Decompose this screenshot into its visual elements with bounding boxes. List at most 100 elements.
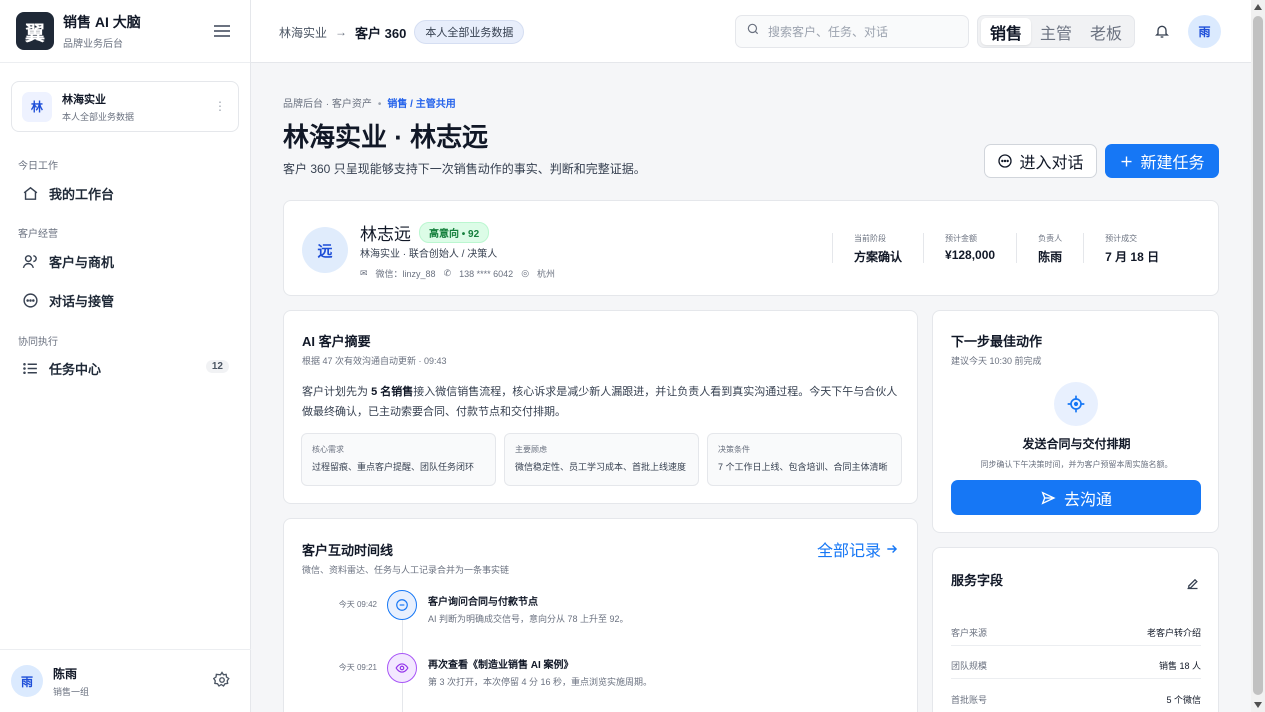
- role-sales[interactable]: 销售: [981, 18, 1032, 45]
- user-avatar: 雨: [11, 665, 43, 697]
- interaction-timeline-card: 客户互动时间线 微信、资料雷达、任务与人工记录合并为一条事实链 全部记录 今天 …: [283, 518, 918, 712]
- sidebar-item-label: 对话与接管: [49, 293, 115, 309]
- stat-value: 陈雨: [1038, 250, 1063, 264]
- chat-icon: [387, 590, 417, 620]
- role-switcher: 销售 主管 老板: [977, 15, 1136, 48]
- service-field-row: 首批账号 5 个微信: [951, 687, 1201, 712]
- new-task-label: 新建任务: [1140, 155, 1205, 172]
- home-icon: [21, 184, 39, 202]
- topbar: 林海实业 → 客户 360 本人全部业务数据 销售 主管 老板 雨: [251, 0, 1251, 63]
- tile-concerns: 主要顾虑 微信稳定性、员工学习成本、首批上线速度: [504, 433, 699, 486]
- customer-contacts: ✉ 微信：linzy_88 ✆ 138 **** 6042 ◎ 杭州: [360, 267, 563, 280]
- nav-section-customers: 客户经营: [18, 229, 58, 240]
- tile-value: 7 个工作日上线、包含培训、合同主体清晰: [718, 462, 888, 472]
- org-avatar: 林: [22, 91, 52, 122]
- sidebar-item-label: 我的工作台: [49, 186, 115, 202]
- next-action-card: 下一步最佳动作 建议今天 10:30 前完成 发送合同与交付排期 同步确认下午决…: [932, 310, 1219, 533]
- customer-city: 杭州: [537, 269, 556, 279]
- scroll-thumb[interactable]: [1253, 16, 1263, 695]
- sidebar-item-label: 任务中心: [49, 361, 102, 377]
- next-action-desc: 同步确认下午决策时间，并为客户预留本周实施名额。: [980, 460, 1173, 469]
- timeline-time: 今天 09:42: [338, 600, 377, 609]
- sidebar-item-tasks[interactable]: 任务中心 12: [11, 352, 239, 384]
- next-action-title: 发送合同与交付排期: [1022, 437, 1131, 451]
- sidebar-item-conversations[interactable]: 对话与接管: [11, 284, 239, 316]
- gear-icon[interactable]: [212, 671, 231, 694]
- field-key: 团队规模: [951, 661, 988, 671]
- service-fields-card: 服务字段 客户来源 老客户转介绍 团队规模 销售 18 人 首批账号 5 个微信: [932, 547, 1219, 712]
- page-scrollbar[interactable]: [1251, 0, 1265, 712]
- breadcrumb: 林海实业 → 客户 360 本人全部业务数据: [279, 20, 525, 44]
- customer-name-row: 林志远 高意向 • 92: [360, 220, 490, 245]
- page-title: 林海实业 · 林志远: [283, 122, 489, 152]
- role-boss[interactable]: 老板: [1081, 18, 1131, 45]
- field-value: 销售 18 人: [1158, 661, 1201, 671]
- edit-icon[interactable]: [1185, 576, 1200, 596]
- role-manager[interactable]: 主管: [1031, 18, 1081, 45]
- stat-amount: 预计金额 ¥128,000: [923, 233, 1016, 263]
- page-crumb-scope: 销售 / 主管共用: [387, 99, 456, 110]
- stat-value: 方案确认: [854, 250, 903, 264]
- ai-summary-body: 客户计划先为 5 名销售接入微信销售流程，核心诉求是减少新人漏跟进，并让负责人看…: [302, 382, 902, 422]
- new-task-button[interactable]: 新建任务: [1105, 144, 1219, 178]
- field-key: 首批账号: [951, 695, 988, 705]
- sidebar-item-customers[interactable]: 客户与商机: [11, 245, 239, 277]
- search-input[interactable]: [768, 24, 958, 39]
- timeline-subtitle: 微信、资料雷达、任务与人工记录合并为一条事实链: [302, 565, 510, 575]
- field-value: 老客户转介绍: [1146, 628, 1201, 638]
- send-icon: [1040, 490, 1056, 506]
- list-icon: [21, 359, 39, 377]
- customer-phone: 138 **** 6042: [459, 268, 514, 279]
- next-action-heading: 下一步最佳动作: [951, 334, 1043, 349]
- stat-stage: 当前阶段 方案确认: [832, 233, 923, 264]
- enter-chat-label: 进入对话: [1019, 155, 1084, 172]
- field-key: 客户来源: [951, 628, 988, 638]
- timeline-desc: AI 判断为明确成交信号，意向分从 78 上升至 92。: [428, 614, 629, 624]
- org-switcher[interactable]: 林 林海实业 本人全部业务数据 ⋮: [11, 81, 239, 132]
- scope-pill: 本人全部业务数据: [414, 20, 525, 44]
- deal-stats: 当前阶段 方案确认 预计金额 ¥128,000 负责人 陈雨 预计成交 7 月 …: [832, 233, 1180, 264]
- next-action-deadline: 建议今天 10:30 前完成: [951, 356, 1042, 366]
- user-profile[interactable]: 雨 陈雨 销售一组: [0, 649, 251, 712]
- org-name: 林海实业: [62, 93, 106, 106]
- sidebar-item-label: 客户与商机: [49, 254, 115, 270]
- tile-label: 决策条件: [718, 445, 750, 454]
- phone-icon: ✆: [443, 268, 452, 278]
- tile-decision: 决策条件 7 个工作日上线、包含培训、合同主体清晰: [707, 433, 902, 486]
- bell-icon[interactable]: [1154, 22, 1170, 45]
- scroll-up-icon[interactable]: [1254, 4, 1262, 10]
- user-name: 陈雨: [53, 666, 78, 681]
- sidebar-item-workbench[interactable]: 我的工作台: [11, 177, 239, 209]
- globe-icon: ◎: [521, 268, 530, 278]
- tile-label: 核心需求: [312, 445, 344, 454]
- target-icon: [1054, 382, 1098, 426]
- stat-owner: 负责人 陈雨: [1016, 233, 1083, 264]
- stat-label: 负责人: [1038, 234, 1063, 243]
- chat-icon: [21, 291, 39, 309]
- field-value: 5 个微信: [1166, 695, 1201, 705]
- page-crumb-path: 品牌后台 · 客户资产: [283, 99, 372, 110]
- page-description: 客户 360 只呈现能够支持下一次销售动作的事实、判断和完整证据。: [283, 162, 646, 176]
- all-records-link[interactable]: 全部记录: [817, 537, 899, 561]
- timeline-desc: 第 3 次打开，本次停留 4 分 16 秒，重点浏览实施周期。: [428, 677, 653, 687]
- customer-role: 林海实业 · 联合创始人 / 决策人: [360, 249, 498, 260]
- customer-name: 林志远: [360, 225, 411, 244]
- intent-badge: 高意向 • 92: [419, 222, 490, 243]
- tasks-count-badge: 12: [205, 360, 229, 373]
- timeline-time: 今天 09:21: [338, 663, 377, 672]
- more-vertical-icon[interactable]: ⋮: [214, 99, 226, 113]
- search-box[interactable]: [735, 15, 969, 48]
- users-icon: [21, 252, 39, 270]
- enter-chat-button[interactable]: 进入对话: [984, 144, 1097, 178]
- scroll-down-icon[interactable]: [1254, 702, 1262, 708]
- chat-icon: [997, 153, 1013, 169]
- go-contact-button[interactable]: 去沟通: [951, 480, 1201, 515]
- summary-text-highlight: 5 名销售: [371, 386, 414, 398]
- timeline-title-text: 客户询问合同与付款节点: [428, 597, 538, 608]
- search-icon: [746, 22, 760, 41]
- breadcrumb-root[interactable]: 林海实业: [279, 24, 327, 41]
- menu-collapse-icon[interactable]: [214, 25, 230, 39]
- stat-value: 7 月 18 日: [1105, 250, 1160, 264]
- avatar[interactable]: 雨: [1188, 15, 1221, 48]
- eye-icon: [387, 653, 417, 683]
